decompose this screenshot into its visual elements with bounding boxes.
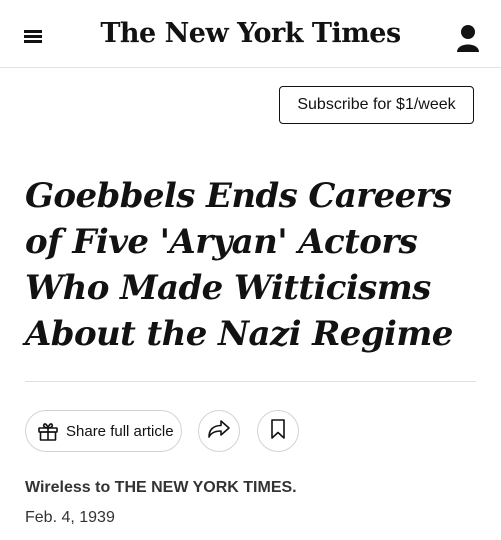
share-arrow-button[interactable] [198,410,240,452]
share-arrow-icon [207,419,231,444]
share-full-article-button[interactable]: Share full article [25,410,182,452]
article-byline: Wireless to THE NEW YORK TIMES. [25,479,297,496]
bookmark-button[interactable] [257,410,299,452]
site-header: The New York Times [0,0,501,68]
article-headline: Goebbels Ends Careers of Five 'Aryan' Ac… [25,176,453,354]
gift-icon [36,419,60,443]
nyt-logo[interactable]: The New York Times [0,18,501,49]
bookmark-icon [269,418,287,445]
subscribe-button[interactable]: Subscribe for $1/week [279,86,474,124]
share-button-label: Share full article [66,422,174,440]
user-account-icon[interactable] [452,22,486,54]
divider [25,381,476,382]
article-date: Feb. 4, 1939 [25,509,115,526]
